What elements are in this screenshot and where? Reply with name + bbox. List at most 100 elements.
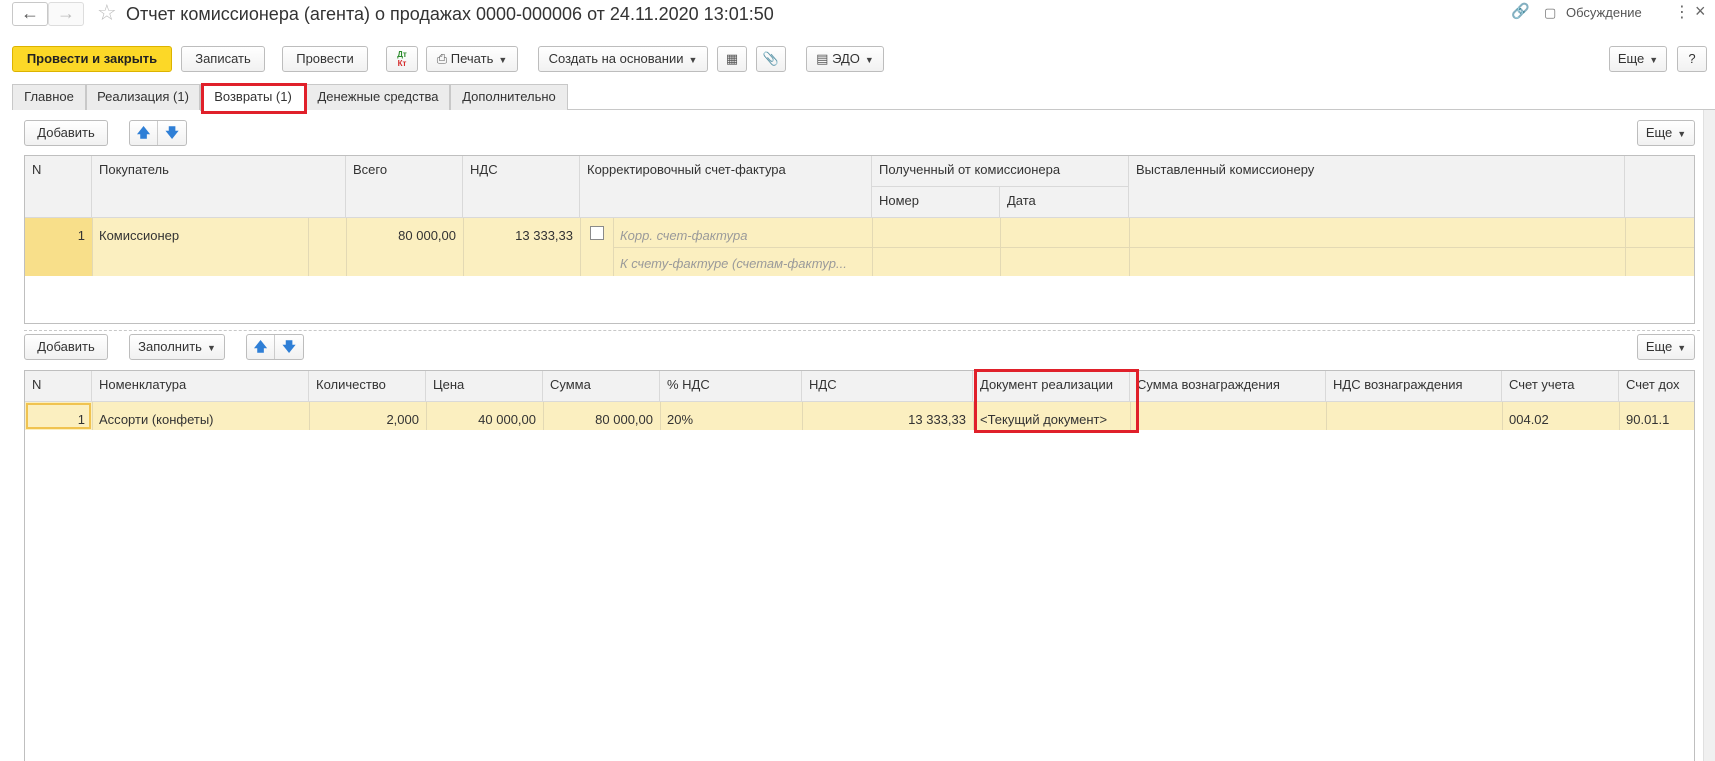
header-sum[interactable]: Сумма — [543, 371, 660, 402]
row-divider — [580, 218, 581, 276]
panel-splitter[interactable] — [24, 330, 1700, 331]
help-button[interactable]: ? — [1677, 46, 1707, 72]
tab-sales[interactable]: Реализация (1) — [86, 84, 200, 110]
returns-move-buttons: 🡅 🡇 — [129, 120, 187, 146]
returns-add-button[interactable]: Добавить — [24, 120, 108, 146]
more-button[interactable]: Еще ▼ — [1609, 46, 1667, 72]
header-issued[interactable]: Выставленный комиссионеру — [1129, 156, 1625, 218]
create-based-label: Создать на основании — [548, 51, 684, 66]
header-spacer — [1625, 156, 1694, 218]
edo-icon: ▤ — [816, 51, 829, 66]
chevron-down-icon: ▼ — [688, 55, 698, 65]
structure-icon: ▦ — [725, 51, 739, 66]
chevron-down-icon: ▼ — [206, 343, 216, 353]
print-button[interactable]: ⎙ Печать ▼ — [426, 46, 518, 72]
tab-returns[interactable]: Возвраты (1) — [200, 84, 306, 111]
header-price[interactable]: Цена — [426, 371, 543, 402]
edo-button[interactable]: ▤ ЭДО ▼ — [806, 46, 884, 72]
row-sale-doc[interactable]: <Текущий документ> — [973, 406, 1130, 434]
header-fee-vat[interactable]: НДС вознаграждения — [1326, 371, 1502, 402]
chevron-down-icon: ▼ — [1677, 129, 1687, 139]
chevron-down-icon: ▼ — [498, 55, 508, 65]
header-date[interactable]: Дата — [1000, 187, 1129, 218]
row-sum[interactable]: 80 000,00 — [543, 406, 660, 434]
goods-table: N Номенклатура Количество Цена Сумма % Н… — [24, 370, 1695, 761]
header-sale-doc[interactable]: Документ реализации — [973, 371, 1130, 402]
header-number[interactable]: Номер — [872, 187, 1000, 218]
row-price[interactable]: 40 000,00 — [426, 406, 543, 434]
goods-more-label: Еще — [1645, 339, 1673, 354]
header-vat[interactable]: НДС — [802, 371, 973, 402]
row-account[interactable]: 004.02 — [1502, 406, 1619, 434]
header-buyer[interactable]: Покупатель — [92, 156, 346, 218]
dt-kt-button[interactable]: Дт Кт — [386, 46, 418, 72]
arrow-up-icon[interactable]: 🡅 — [130, 121, 158, 145]
print-label: Печать — [450, 51, 494, 66]
printer-icon: ⎙ — [436, 51, 448, 66]
header-qty[interactable]: Количество — [309, 371, 426, 402]
post-button[interactable]: Провести — [282, 46, 368, 72]
row-account2[interactable]: 90.01.1 — [1619, 406, 1694, 434]
title-bar: ← → ☆ Отчет комиссионера (агента) о прод… — [0, 0, 1715, 28]
attach-button[interactable]: 📎 — [756, 46, 786, 72]
arrow-down-icon[interactable]: 🡇 — [158, 121, 186, 145]
row-vat[interactable]: 13 333,33 — [802, 406, 973, 434]
header-received[interactable]: Полученный от комиссионера — [872, 156, 1129, 187]
header-corr-invoice[interactable]: Корректировочный счет-фактура — [580, 156, 872, 218]
header-vat-rate[interactable]: % НДС — [660, 371, 802, 402]
goods-more-button[interactable]: Еще ▼ — [1637, 334, 1695, 360]
header-fee-sum[interactable]: Сумма вознаграждения — [1130, 371, 1326, 402]
header-vat[interactable]: НДС — [463, 156, 580, 218]
returns-more-button[interactable]: Еще ▼ — [1637, 120, 1695, 146]
post-and-close-button[interactable]: Провести и закрыть — [12, 46, 172, 72]
row-qty[interactable]: 2,000 — [309, 406, 426, 434]
goods-fill-button[interactable]: Заполнить ▼ — [129, 334, 225, 360]
chevron-down-icon: ▼ — [1677, 343, 1687, 353]
arrow-down-icon[interactable]: 🡇 — [275, 335, 303, 359]
dt-kt-icon: Дт Кт — [397, 50, 407, 68]
header-account2[interactable]: Счет дох — [1619, 371, 1694, 402]
tab-main[interactable]: Главное — [12, 84, 86, 110]
star-icon[interactable]: ☆ — [97, 1, 117, 25]
row-fee-vat[interactable] — [1326, 406, 1502, 416]
header-account[interactable]: Счет учета — [1502, 371, 1619, 402]
tab-cash[interactable]: Денежные средства — [306, 84, 450, 110]
row-total[interactable]: 80 000,00 — [346, 222, 463, 250]
link-icon[interactable]: 🔗 — [1511, 3, 1530, 21]
header-n[interactable]: N — [25, 156, 92, 218]
create-based-on-button[interactable]: Создать на основании ▼ — [538, 46, 708, 72]
discussion-icon[interactable]: ▢ — [1544, 4, 1556, 22]
row-fee-sum[interactable] — [1130, 406, 1326, 416]
row-n: 1 — [77, 412, 85, 427]
save-button[interactable]: Записать — [181, 46, 265, 72]
goods-fill-label: Заполнить — [138, 339, 202, 354]
row-buyer[interactable]: Комиссионер — [92, 222, 308, 250]
forward-button[interactable]: → — [48, 2, 84, 26]
arrow-up-icon[interactable]: 🡅 — [247, 335, 275, 359]
row-n: 1 — [77, 228, 85, 243]
row-vat-rate[interactable]: 20% — [660, 406, 802, 434]
chevron-down-icon: ▼ — [1649, 55, 1659, 65]
arrow-right-icon: → — [57, 3, 75, 23]
tab-additional[interactable]: Дополнительно — [450, 84, 568, 110]
to-invoice-field[interactable]: К счету-фактуре (счетам-фактур... — [613, 250, 872, 278]
header-item[interactable]: Номенклатура — [92, 371, 309, 402]
goods-add-button[interactable]: Добавить — [24, 334, 108, 360]
row-divider — [308, 218, 309, 276]
back-button[interactable]: ← — [12, 2, 48, 26]
close-icon[interactable]: × — [1695, 2, 1706, 20]
chevron-down-icon: ▼ — [864, 55, 874, 65]
page-title: Отчет комиссионера (агента) о продажах 0… — [126, 4, 774, 24]
header-n[interactable]: N — [25, 371, 92, 402]
returns-more-label: Еще — [1645, 125, 1673, 140]
row-vat[interactable]: 13 333,33 — [463, 222, 580, 250]
structure-button[interactable]: ▦ — [717, 46, 747, 72]
corr-invoice-checkbox[interactable] — [590, 226, 604, 240]
vertical-dots-icon[interactable]: ⋮ — [1674, 4, 1690, 22]
vertical-scrollbar[interactable] — [1703, 110, 1715, 761]
header-total[interactable]: Всего — [346, 156, 463, 218]
discussion-link[interactable]: Обсуждение — [1566, 4, 1642, 22]
row-item[interactable]: Ассорти (конфеты) — [92, 406, 309, 434]
edo-label: ЭДО — [832, 51, 860, 66]
corr-invoice-field[interactable]: Корр. счет-фактура — [613, 222, 872, 250]
